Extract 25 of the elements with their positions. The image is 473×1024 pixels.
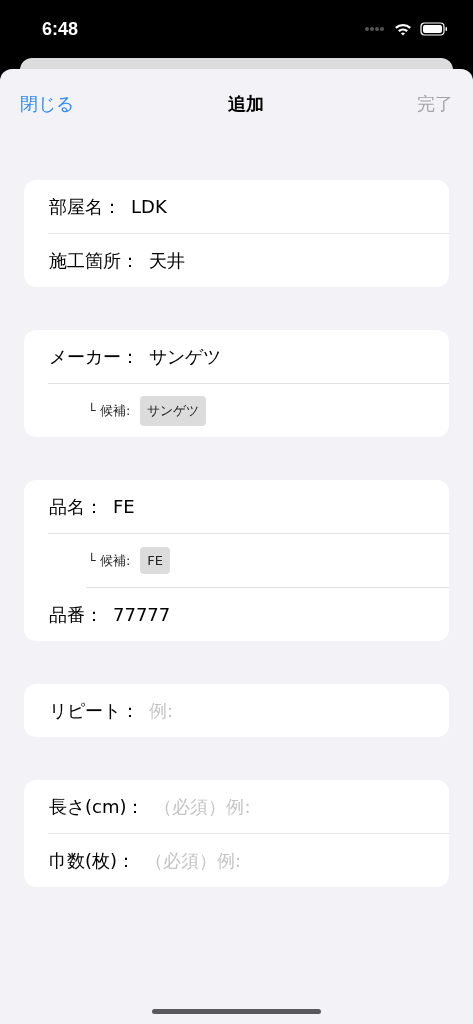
field-label: 施工箇所： (49, 248, 139, 273)
battery-icon (420, 22, 448, 36)
input-field[interactable]: （必須）例: (145, 850, 346, 871)
input-field[interactable]: 77777 (113, 604, 313, 625)
input-field[interactable]: FE (113, 496, 313, 517)
sheet-title: 追加 (227, 92, 264, 116)
input-field[interactable]: 天井 (149, 250, 349, 271)
input-field[interactable]: LDK (131, 196, 331, 217)
field-label: リピート： (49, 698, 139, 723)
field-label: 巾数(枚)： (49, 848, 136, 873)
suggestion-label: └ 候補: (88, 401, 131, 420)
field-label: 品名： (49, 494, 103, 519)
suggestion-chip[interactable]: サンゲツ (140, 395, 207, 426)
field-label: 部屋名： (49, 194, 121, 219)
field-label: メーカー： (49, 344, 139, 369)
input-field[interactable]: （必須）例: (154, 796, 355, 817)
status-time: 6:48 (42, 18, 79, 40)
field-label: 品番： (49, 602, 103, 627)
suggestion-chip[interactable]: FE (140, 547, 171, 574)
suggestion-label: └ 候補: (88, 551, 131, 570)
input-field[interactable]: サンゲツ (149, 346, 349, 367)
field-label: 長さ(cm)： (49, 794, 145, 819)
input-field[interactable]: 例: (149, 700, 349, 721)
wifi-icon (394, 22, 412, 36)
signal-icon (364, 26, 386, 32)
